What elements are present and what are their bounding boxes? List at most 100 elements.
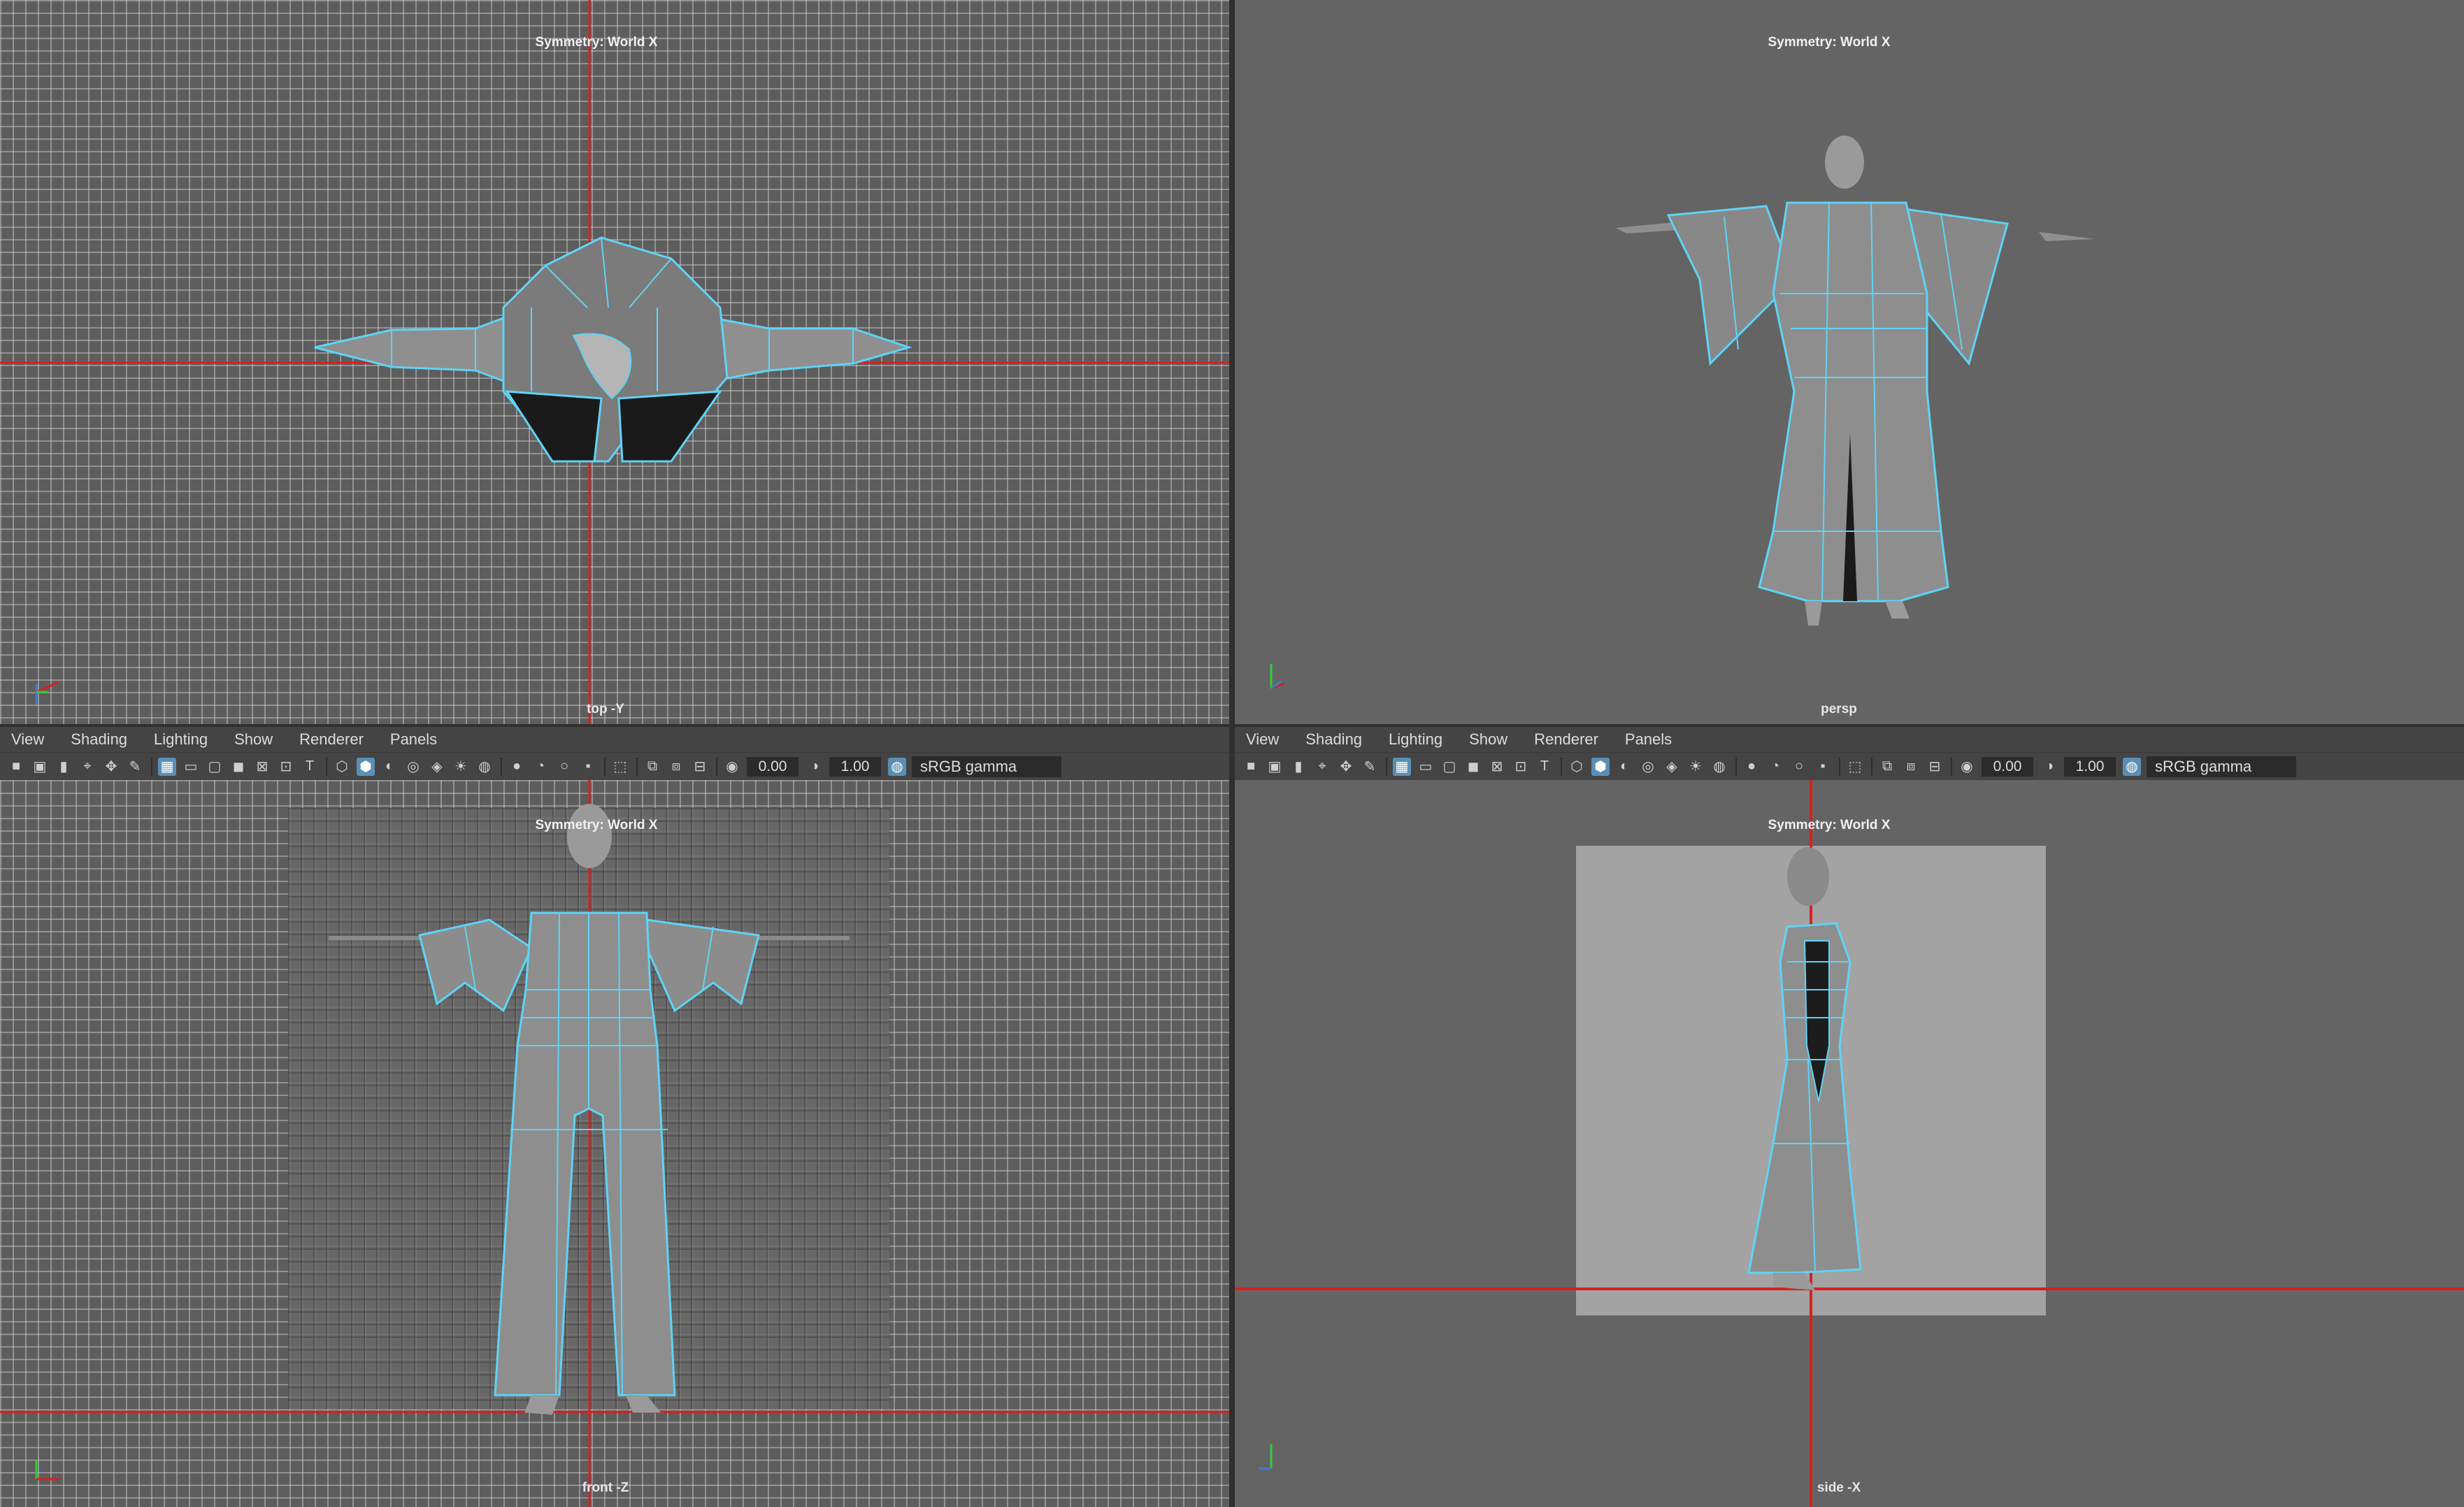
gamma-icon[interactable]: ◑: [2040, 758, 2058, 776]
view-transform-select[interactable]: sRGB gamma: [912, 756, 1061, 777]
top-view-canvas: [0, 0, 1229, 724]
panel-toolbar: ■ ▣ ▮ ⌖ ✥ ✎ ▦ ▭ ▢ ◼ ⊠ ⊡ T ⬡ ⬢ ◐ ◎ ◈ ☀ ◍ …: [0, 752, 1229, 780]
smooth-shade-icon[interactable]: ⬢: [1591, 757, 1610, 776]
viewport-label: top -Y: [587, 702, 624, 716]
xray-active-icon[interactable]: ⧈: [667, 758, 685, 776]
toolbar-separator: [716, 757, 717, 776]
toolbar-separator: [1951, 757, 1952, 776]
menu-panels[interactable]: Panels: [1625, 730, 1672, 749]
field-chart-icon[interactable]: ⊠: [1488, 758, 1506, 776]
axis-gizmo-icon: [1270, 664, 1284, 690]
isolate-select-icon[interactable]: ⬚: [1846, 758, 1864, 776]
color-management-icon[interactable]: ◍: [2123, 757, 2141, 776]
lights-icon[interactable]: ☀: [452, 758, 470, 776]
menu-view[interactable]: View: [11, 730, 44, 749]
viewport-top[interactable]: Symmetry: World X top -Y: [0, 0, 1229, 724]
xray-icon[interactable]: ◈: [1663, 758, 1681, 776]
gamma-field[interactable]: 1.00: [2064, 756, 2116, 777]
toolbar-separator: [326, 757, 327, 776]
gate-mask-icon[interactable]: ◼: [1464, 758, 1482, 776]
menu-lighting[interactable]: Lighting: [154, 730, 208, 749]
motion-blur-icon[interactable]: ◔: [1766, 758, 1784, 776]
view-transform-select[interactable]: sRGB gamma: [2147, 756, 2296, 777]
anti-alias-icon[interactable]: ○: [555, 758, 573, 776]
exposure-field[interactable]: 0.00: [747, 756, 798, 777]
grease-pencil-icon[interactable]: ✎: [1361, 758, 1379, 776]
motion-blur-icon[interactable]: ◔: [531, 758, 550, 776]
shadows-icon[interactable]: ◍: [1710, 758, 1728, 776]
backface-icon[interactable]: ⊟: [691, 758, 709, 776]
wireframe-on-shaded-icon[interactable]: ◐: [380, 758, 399, 776]
symmetry-label: Symmetry: World X: [535, 35, 658, 50]
bookmark-icon[interactable]: ▮: [55, 758, 73, 776]
menu-shading[interactable]: Shading: [1305, 730, 1362, 749]
camera-attributes-icon[interactable]: ▣: [31, 758, 49, 776]
ambient-occlusion-icon[interactable]: ●: [1742, 758, 1761, 776]
textured-icon[interactable]: ◎: [1639, 758, 1657, 776]
menu-show[interactable]: Show: [1469, 730, 1507, 749]
gamma-field[interactable]: 1.00: [829, 756, 881, 777]
gate-mask-icon[interactable]: ◼: [229, 758, 248, 776]
xray-active-icon[interactable]: ⧈: [1902, 758, 1920, 776]
image-plane-icon[interactable]: ⌖: [78, 758, 96, 776]
menu-panels[interactable]: Panels: [390, 730, 437, 749]
exposure-field[interactable]: 0.00: [1982, 756, 2033, 777]
safe-title-icon[interactable]: T: [1535, 758, 1554, 776]
toolbar-separator: [1561, 757, 1562, 776]
lights-icon[interactable]: ☀: [1686, 758, 1705, 776]
film-gate-icon[interactable]: ▭: [182, 758, 200, 776]
backface-icon[interactable]: ⊟: [1926, 758, 1944, 776]
resolution-gate-icon[interactable]: ▢: [206, 758, 224, 776]
panel-divider-horizontal[interactable]: [0, 724, 2464, 727]
exposure-icon[interactable]: ◉: [1958, 758, 1976, 776]
menu-renderer[interactable]: Renderer: [299, 730, 364, 749]
textured-icon[interactable]: ◎: [404, 758, 422, 776]
gamma-icon[interactable]: ◑: [805, 758, 824, 776]
wireframe-on-shaded-icon[interactable]: ◐: [1615, 758, 1633, 776]
camera-attributes-icon[interactable]: ▣: [1266, 758, 1284, 776]
grid-icon[interactable]: ▦: [158, 757, 176, 776]
toolbar-separator: [604, 757, 606, 776]
grease-pencil-icon[interactable]: ✎: [126, 758, 144, 776]
viewport-persp[interactable]: Symmetry: World X persp: [1235, 0, 2464, 724]
menu-renderer[interactable]: Renderer: [1534, 730, 1598, 749]
camera-icon[interactable]: ■: [1242, 758, 1260, 776]
menu-show[interactable]: Show: [234, 730, 273, 749]
safe-action-icon[interactable]: ⊡: [1512, 758, 1530, 776]
safe-action-icon[interactable]: ⊡: [277, 758, 295, 776]
safe-title-icon[interactable]: T: [301, 758, 319, 776]
grid-icon[interactable]: ▦: [1393, 757, 1411, 776]
xray-icon[interactable]: ◈: [428, 758, 446, 776]
camera-icon[interactable]: ■: [7, 758, 25, 776]
panel-divider-vertical[interactable]: [1229, 0, 1235, 1507]
2d-pan-icon[interactable]: ✥: [1337, 758, 1355, 776]
menu-lighting[interactable]: Lighting: [1389, 730, 1442, 749]
xray-joints-icon[interactable]: ⧉: [643, 758, 661, 776]
wireframe-icon[interactable]: ⬡: [1568, 758, 1586, 776]
front-view-canvas: [0, 780, 1229, 1507]
side-view-canvas: [1235, 780, 2464, 1507]
film-gate-icon[interactable]: ▭: [1417, 758, 1435, 776]
bookmark-icon[interactable]: ▮: [1289, 758, 1308, 776]
anti-alias-icon[interactable]: ○: [1790, 758, 1808, 776]
exposure-icon[interactable]: ◉: [723, 758, 741, 776]
axis-gizmo-icon: [1259, 1444, 1273, 1470]
isolate-select-icon[interactable]: ⬚: [611, 758, 629, 776]
toolbar-separator: [636, 757, 638, 776]
resolution-gate-icon[interactable]: ▢: [1440, 758, 1459, 776]
wireframe-icon[interactable]: ⬡: [333, 758, 351, 776]
menu-shading[interactable]: Shading: [71, 730, 127, 749]
viewport-label: persp: [1821, 702, 1857, 716]
2d-pan-icon[interactable]: ✥: [102, 758, 120, 776]
ambient-occlusion-icon[interactable]: ●: [508, 758, 526, 776]
depth-of-field-icon[interactable]: ▪: [579, 758, 597, 776]
xray-joints-icon[interactable]: ⧉: [1878, 758, 1896, 776]
image-plane-icon[interactable]: ⌖: [1313, 758, 1331, 776]
color-management-icon[interactable]: ◍: [888, 757, 906, 776]
shadows-icon[interactable]: ◍: [475, 758, 494, 776]
smooth-shade-icon[interactable]: ⬢: [357, 757, 375, 776]
depth-of-field-icon[interactable]: ▪: [1814, 758, 1832, 776]
panel-toolbar: ■ ▣ ▮ ⌖ ✥ ✎ ▦ ▭ ▢ ◼ ⊠ ⊡ T ⬡ ⬢ ◐ ◎ ◈ ☀ ◍ …: [1235, 752, 2464, 780]
menu-view[interactable]: View: [1246, 730, 1279, 749]
field-chart-icon[interactable]: ⊠: [253, 758, 271, 776]
